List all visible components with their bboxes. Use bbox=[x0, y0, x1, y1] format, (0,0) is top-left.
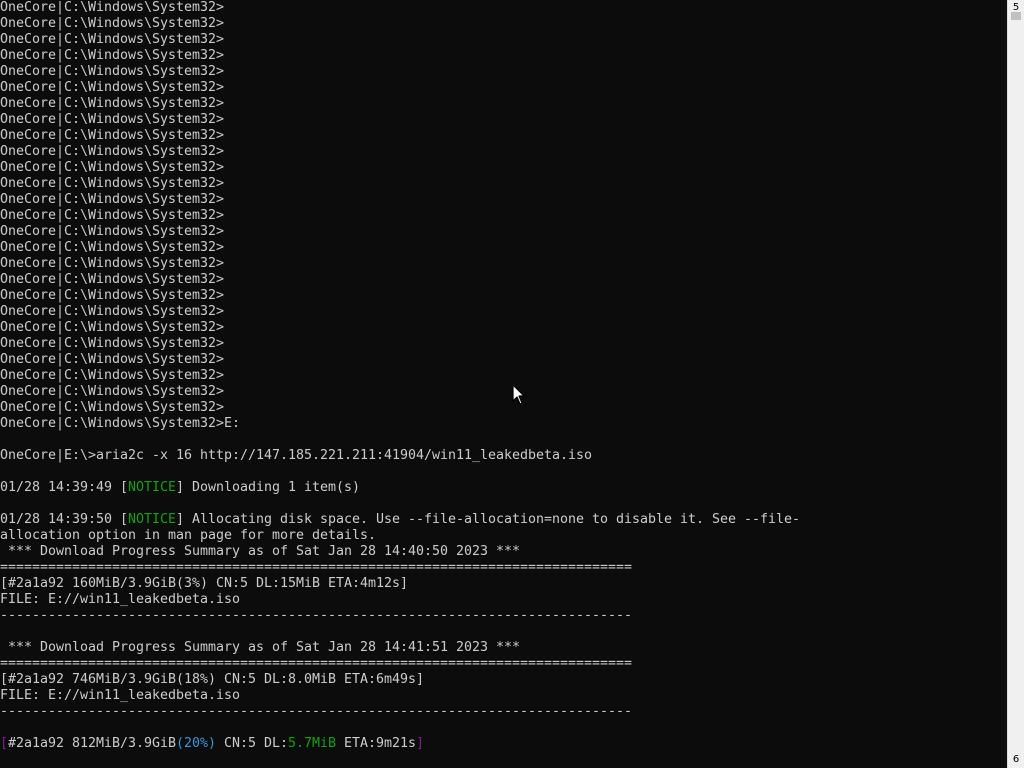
console-prompt-line: OneCore|C:\Windows\System32> bbox=[0, 80, 224, 95]
console-prompt-line: OneCore|C:\Windows\System32> bbox=[0, 256, 224, 271]
console-output-line: 01/28 14:39:50 [NOTICE] Allocating disk … bbox=[0, 512, 1007, 528]
console-output-line: *** Download Progress Summary as of Sat … bbox=[0, 544, 1007, 560]
console-prompt-line: OneCore|C:\Windows\System32> bbox=[0, 368, 224, 383]
console-output-line: ========================================… bbox=[0, 656, 1007, 672]
console-output-line: ========================================… bbox=[0, 560, 1007, 576]
console-prompt-line: OneCore|C:\Windows\System32> bbox=[0, 48, 224, 63]
console-output-line: [#2a1a92 812MiB/3.9GiB(20%) CN:5 DL:5.7M… bbox=[0, 736, 1007, 752]
console-prompt-line: OneCore|C:\Windows\System32> bbox=[0, 144, 224, 159]
console-prompt-line: OneCore|C:\Windows\System32> bbox=[0, 32, 224, 47]
console-segment: ----------------------------------------… bbox=[0, 608, 632, 623]
console-output: OneCore|C:\Windows\System32> OneCore|C:\W… bbox=[0, 0, 1007, 752]
console-prompt-line: OneCore|C:\Windows\System32> bbox=[0, 64, 224, 79]
console-segment: [#2a1a92 746MiB/3.9GiB(18%) CN:5 DL:8.0M… bbox=[0, 672, 424, 687]
console-segment-notice: NOTICE bbox=[128, 480, 176, 495]
console-output-line: ----------------------------------------… bbox=[0, 704, 1007, 720]
console-segment: CN:5 DL: bbox=[216, 736, 288, 751]
scrollbar-thumb[interactable] bbox=[1011, 12, 1021, 20]
console-prompt-line: OneCore|C:\Windows\System32> bbox=[0, 16, 224, 31]
console-output-line: [#2a1a92 746MiB/3.9GiB(18%) CN:5 DL:8.0M… bbox=[0, 672, 1007, 688]
console-prompt-line: OneCore|C:\Windows\System32> bbox=[0, 160, 224, 175]
console-segment: ========================================… bbox=[0, 656, 632, 671]
console-segment: OneCore|E:\>aria2c -x 16 http://147.185.… bbox=[0, 448, 592, 463]
console-segment: ] Allocating disk space. Use --file-allo… bbox=[176, 512, 800, 527]
console-segment: ----------------------------------------… bbox=[0, 704, 632, 719]
console-prompt-line: OneCore|C:\Windows\System32> bbox=[0, 400, 224, 415]
console-output-line: allocation option in man page for more d… bbox=[0, 528, 1007, 544]
console-prompt-line: OneCore|C:\Windows\System32> bbox=[0, 128, 224, 143]
console-segment-speed: 5.7MiB bbox=[288, 736, 336, 751]
console-segment-bracket: ] bbox=[416, 736, 424, 751]
scrollbar-bottom-marker: 6 bbox=[1012, 754, 1020, 765]
console-prompt-line: OneCore|C:\Windows\System32> bbox=[0, 176, 224, 191]
console-segment: FILE: E://win11_leakedbeta.iso bbox=[0, 592, 240, 607]
console-output-line: FILE: E://win11_leakedbeta.iso bbox=[0, 688, 1007, 704]
console-output-line: ----------------------------------------… bbox=[0, 608, 1007, 624]
console-window[interactable]: OneCore|C:\Windows\System32> OneCore|C:\W… bbox=[0, 0, 1007, 768]
console-prompt-line: OneCore|C:\Windows\System32>E: bbox=[0, 416, 240, 431]
console-prompt-line: OneCore|C:\Windows\System32> bbox=[0, 304, 224, 319]
console-prompt-line: OneCore|C:\Windows\System32> bbox=[0, 112, 224, 127]
console-segment: 01/28 14:39:50 [ bbox=[0, 512, 128, 527]
console-prompt-line: OneCore|C:\Windows\System32> bbox=[0, 208, 224, 223]
console-segment: ETA:9m21s bbox=[336, 736, 416, 751]
console-prompt-line: OneCore|C:\Windows\System32> bbox=[0, 0, 224, 15]
console-output-line: [#2a1a92 160MiB/3.9GiB(3%) CN:5 DL:15MiB… bbox=[0, 576, 1007, 592]
console-segment: FILE: E://win11_leakedbeta.iso bbox=[0, 688, 240, 703]
console-prompt-line: OneCore|C:\Windows\System32> bbox=[0, 224, 224, 239]
console-output-line: 01/28 14:39:49 [NOTICE] Downloading 1 it… bbox=[0, 480, 1007, 496]
console-segment-bracket: [ bbox=[0, 736, 8, 751]
console-segment: 01/28 14:39:49 [ bbox=[0, 480, 128, 495]
console-output-line: FILE: E://win11_leakedbeta.iso bbox=[0, 592, 1007, 608]
console-prompt-line: OneCore|C:\Windows\System32> bbox=[0, 352, 224, 367]
console-segment: ] Downloading 1 item(s) bbox=[176, 480, 360, 495]
console-prompt-line: OneCore|C:\Windows\System32> bbox=[0, 96, 224, 111]
console-prompt-line: OneCore|C:\Windows\System32> bbox=[0, 288, 224, 303]
console-prompt-line: OneCore|C:\Windows\System32> bbox=[0, 272, 224, 287]
console-segment-pct: (20%) bbox=[176, 736, 216, 751]
console-segment: #2a1a92 812MiB/3.9GiB bbox=[8, 736, 176, 751]
console-prompt-line: OneCore|C:\Windows\System32> bbox=[0, 336, 224, 351]
console-segment-notice: NOTICE bbox=[128, 512, 176, 527]
console-prompt-line: OneCore|C:\Windows\System32> bbox=[0, 240, 224, 255]
console-segment: *** Download Progress Summary as of Sat … bbox=[0, 544, 520, 559]
console-prompt-line: OneCore|C:\Windows\System32> bbox=[0, 320, 224, 335]
console-prompt-line: OneCore|C:\Windows\System32> bbox=[0, 384, 224, 399]
console-segment: [#2a1a92 160MiB/3.9GiB(3%) CN:5 DL:15MiB… bbox=[0, 576, 408, 591]
console-output-line: *** Download Progress Summary as of Sat … bbox=[0, 640, 1007, 656]
console-segment: *** Download Progress Summary as of Sat … bbox=[0, 640, 520, 655]
console-segment: allocation option in man page for more d… bbox=[0, 528, 376, 543]
console-prompt-line: OneCore|C:\Windows\System32> bbox=[0, 192, 224, 207]
console-segment: ========================================… bbox=[0, 560, 632, 575]
console-output-line: OneCore|E:\>aria2c -x 16 http://147.185.… bbox=[0, 448, 1007, 464]
vertical-scrollbar[interactable]: 5 6 bbox=[1007, 0, 1024, 768]
